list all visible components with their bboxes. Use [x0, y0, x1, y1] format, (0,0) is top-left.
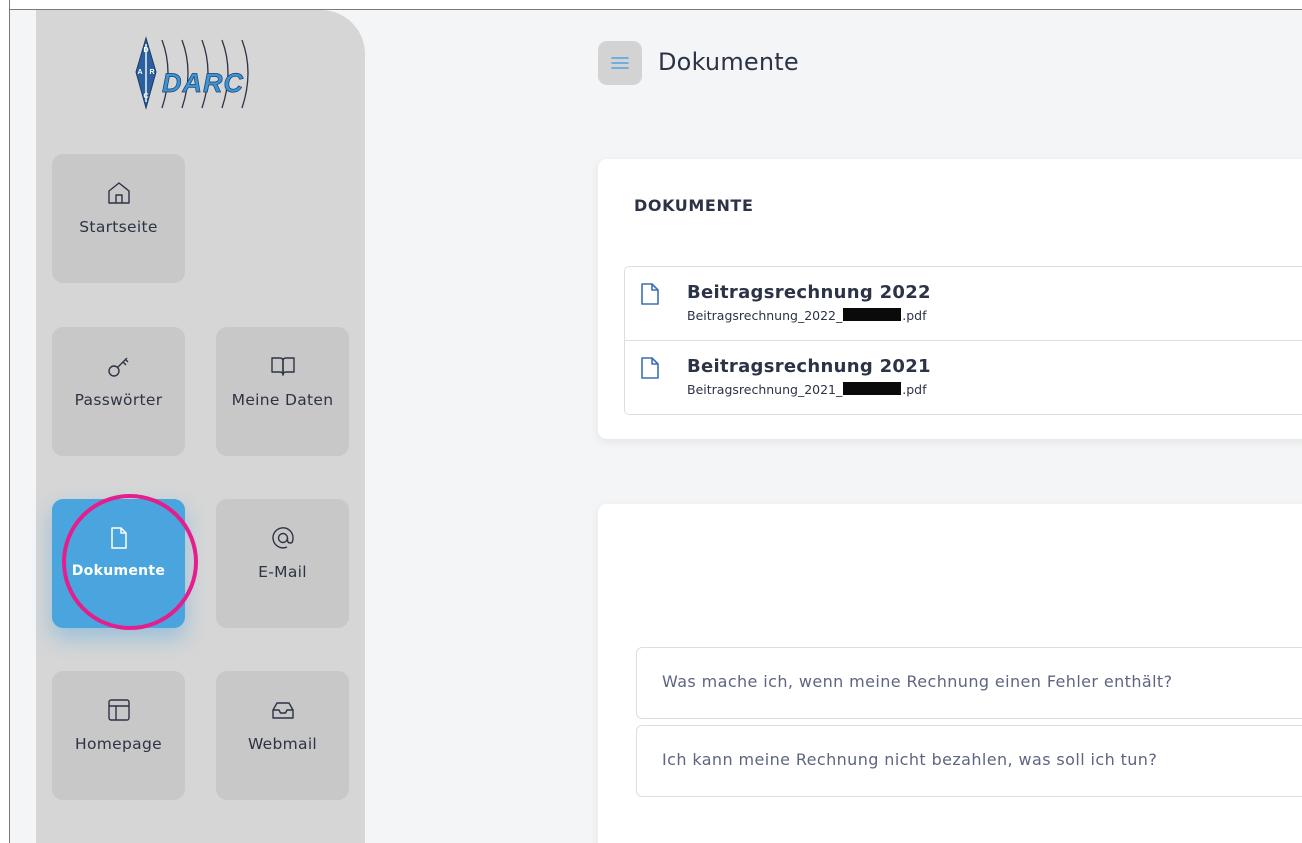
sidebar: D A R C DARC Startseite Passwörter Meine…	[36, 10, 365, 843]
document-filename: Beitragsrechnung_2022_ .pdf	[687, 308, 927, 323]
document-title: Beitragsrechnung 2021	[687, 356, 931, 377]
darc-logo: D A R C DARC	[135, 36, 249, 110]
document-item[interactable]: Beitragsrechnung 2022 Beitragsrechnung_2…	[625, 267, 1302, 340]
emblem-letter-r: R	[149, 69, 154, 76]
logo-text: DARC	[162, 68, 244, 98]
document-filename-extension: pdf	[906, 382, 927, 397]
inbox-icon	[271, 702, 294, 719]
sidebar-item-label: Webmail	[247, 735, 318, 753]
sidebar-item-label: Passwörter	[74, 391, 163, 409]
sidebar-item-label: E-Mail	[258, 563, 307, 581]
document-filename-prefix: Beitragsrechnung_2021_	[687, 382, 843, 397]
document-icon	[641, 357, 659, 379]
sidebar-item-label: Dokumente	[71, 563, 166, 579]
documents-card: DOKUMENTE Beitragsrechnung 2022 Beitrags…	[598, 159, 1302, 439]
page-title: Dokumente	[658, 48, 799, 76]
hamburger-menu-icon	[611, 57, 629, 69]
documents-heading: DOKUMENTE	[634, 196, 754, 215]
sidebar-item-email[interactable]: E-Mail	[216, 499, 349, 628]
window-frame-top	[0, 0, 1302, 10]
at-sign-icon	[271, 527, 294, 549]
emblem-letter-a: A	[137, 69, 142, 76]
sidebar-item-homepage[interactable]: Homepage	[52, 671, 185, 800]
faq-item[interactable]: Was mache ich, wenn meine Rechnung einen…	[636, 647, 1302, 719]
document-filename-extension: pdf	[906, 308, 927, 323]
sidebar-item-startseite[interactable]: Startseite	[52, 154, 185, 283]
document-title: Beitragsrechnung 2022	[687, 282, 931, 303]
sidebar-item-label: Meine Daten	[231, 391, 334, 409]
sidebar-item-label: Startseite	[79, 218, 158, 236]
faq-card: Was mache ich, wenn meine Rechnung einen…	[598, 504, 1302, 843]
redaction-block	[843, 382, 902, 395]
sidebar-item-label: Homepage	[75, 735, 162, 753]
sidebar-item-meine-daten[interactable]: Meine Daten	[216, 327, 349, 456]
redaction-block	[843, 308, 902, 321]
layout-icon	[107, 699, 130, 721]
home-icon	[107, 182, 130, 204]
faq-question: Was mache ich, wenn meine Rechnung einen…	[662, 672, 1173, 691]
document-filename-prefix: Beitragsrechnung_2022_	[687, 308, 843, 323]
document-filename: Beitragsrechnung_2021_ .pdf	[687, 382, 927, 397]
app: D A R C DARC Startseite Passwörter Meine…	[10, 10, 1302, 843]
faq-question: Ich kann meine Rechnung nicht bezahlen, …	[662, 750, 1158, 769]
document-icon	[110, 527, 127, 549]
key-icon	[107, 357, 128, 377]
document-item[interactable]: Beitragsrechnung 2021 Beitragsrechnung_2…	[625, 340, 1302, 414]
sidebar-item-webmail[interactable]: Webmail	[216, 671, 349, 800]
document-icon	[641, 283, 659, 305]
sidebar-item-passwoerter[interactable]: Passwörter	[52, 327, 185, 456]
emblem-letter-c: C	[143, 93, 148, 100]
book-icon	[270, 357, 295, 376]
faq-item[interactable]: Ich kann meine Rechnung nicht bezahlen, …	[636, 725, 1302, 797]
emblem-letter-d: D	[143, 47, 148, 54]
sidebar-item-dokumente[interactable]: Dokumente	[52, 499, 185, 628]
document-list: Beitragsrechnung 2022 Beitragsrechnung_2…	[624, 266, 1302, 415]
window-frame-left	[0, 0, 10, 843]
menu-toggle-button[interactable]	[598, 41, 642, 85]
